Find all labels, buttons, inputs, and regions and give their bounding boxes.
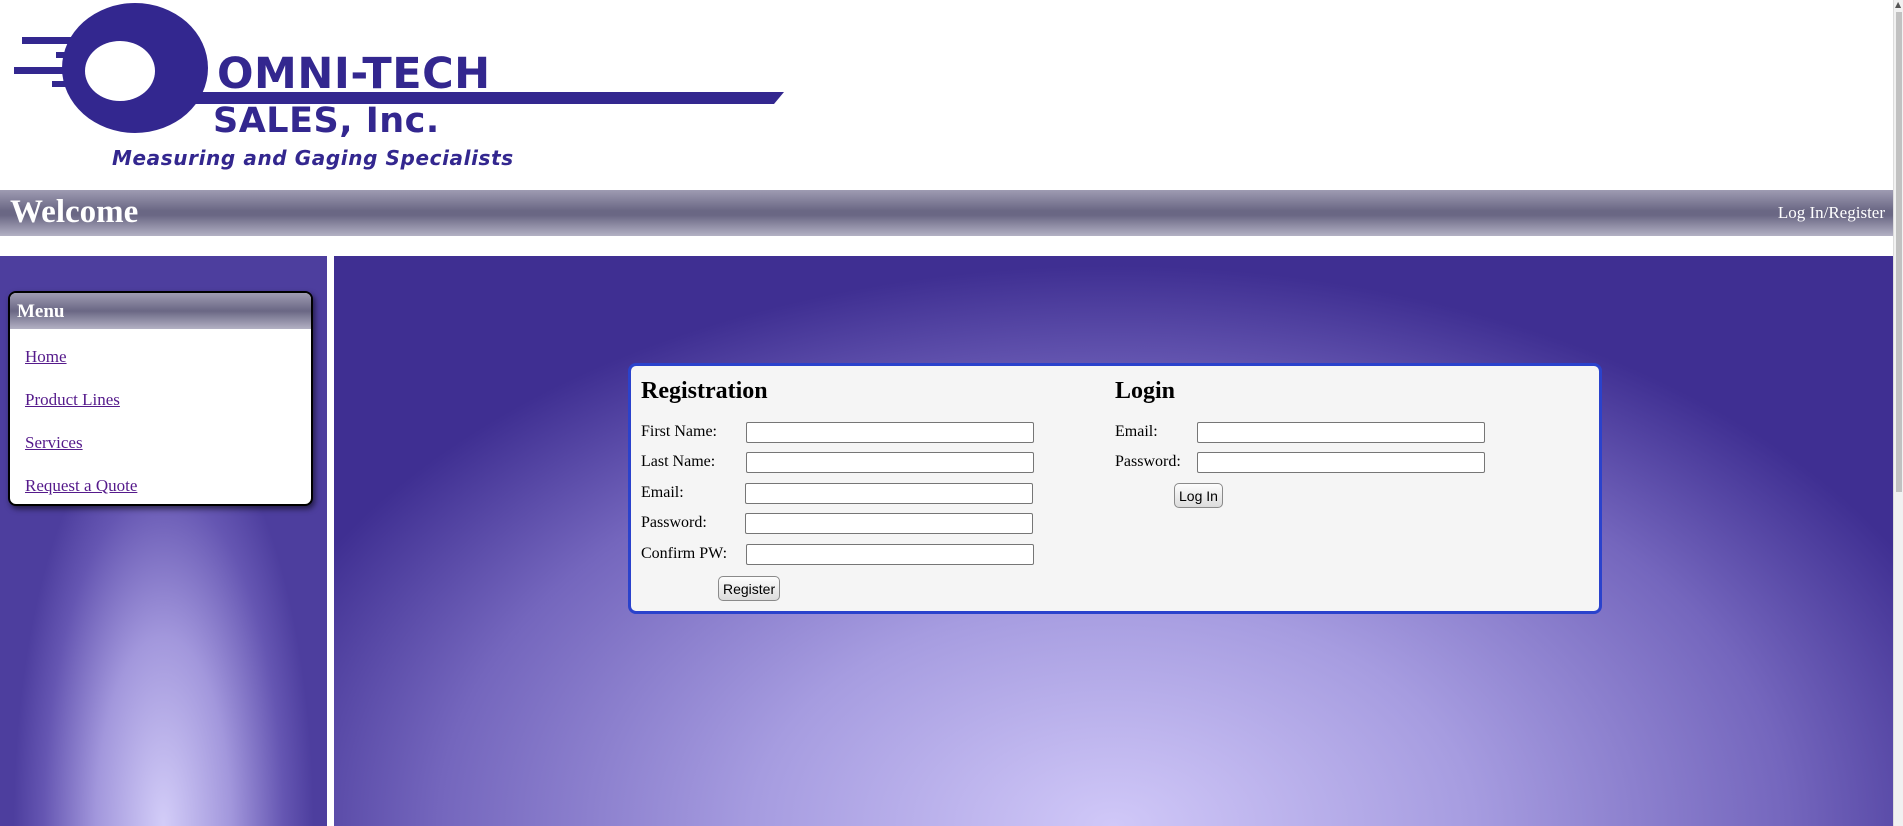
logo-company-name: OMNI-TECH: [217, 49, 491, 99]
last-name-input[interactable]: [746, 452, 1034, 473]
menu-panel: Menu Home Product Lines Services Request…: [8, 291, 313, 506]
menu-item-product-lines: Product Lines: [25, 389, 311, 411]
first-name-label: First Name:: [641, 423, 717, 440]
menu-item-home: Home: [25, 346, 311, 368]
login-email-input[interactable]: [1197, 422, 1485, 443]
page: OMNI-TECH SALES, Inc. Measuring and Gagi…: [0, 0, 1903, 826]
registration-title: Registration: [641, 378, 768, 404]
menu-item-services: Services: [25, 432, 311, 454]
registration-password-input[interactable]: [745, 513, 1033, 534]
title-bar: Welcome Log In/Register: [0, 190, 1893, 236]
auth-card: Registration First Name: Last Name: Emai…: [628, 363, 1602, 614]
page-title: Welcome: [10, 194, 139, 230]
confirm-password-input[interactable]: [746, 544, 1034, 565]
login-register-link[interactable]: Log In/Register: [1778, 203, 1885, 223]
last-name-label: Last Name:: [641, 453, 716, 470]
menu-link-services[interactable]: Services: [25, 433, 83, 452]
confirm-password-label: Confirm PW:: [641, 545, 728, 562]
registration-email-label: Email:: [641, 484, 684, 501]
first-name-input[interactable]: [746, 422, 1034, 443]
menu-item-request-quote: Request a Quote: [25, 475, 311, 497]
registration-password-label: Password:: [641, 514, 707, 531]
logo-company-suffix: SALES, Inc.: [213, 101, 440, 141]
register-button[interactable]: Register: [718, 576, 781, 601]
main-content: Registration First Name: Last Name: Emai…: [334, 256, 1893, 826]
login-password-input[interactable]: [1197, 452, 1485, 473]
menu-title: Menu: [10, 293, 311, 329]
page-scrollbar[interactable]: ▲: [1893, 0, 1903, 826]
login-title: Login: [1115, 378, 1176, 404]
menu-link-product-lines[interactable]: Product Lines: [25, 390, 120, 409]
scrollbar-thumb[interactable]: [1896, 12, 1902, 492]
login-password-label: Password:: [1115, 453, 1181, 470]
company-logo[interactable]: OMNI-TECH SALES, Inc. Measuring and Gagi…: [14, 0, 804, 180]
scroll-up-arrow-icon[interactable]: ▲: [1895, 0, 1901, 10]
login-email-label: Email:: [1115, 423, 1158, 440]
logo-tagline: Measuring and Gaging Specialists: [112, 146, 514, 170]
menu-link-request-quote[interactable]: Request a Quote: [25, 476, 137, 495]
menu-list: Home Product Lines Services Request a Qu…: [10, 329, 311, 497]
sidebar: Menu Home Product Lines Services Request…: [0, 256, 327, 826]
registration-email-input[interactable]: [745, 483, 1033, 504]
login-button[interactable]: Log In: [1174, 483, 1223, 508]
menu-link-home[interactable]: Home: [25, 347, 67, 366]
